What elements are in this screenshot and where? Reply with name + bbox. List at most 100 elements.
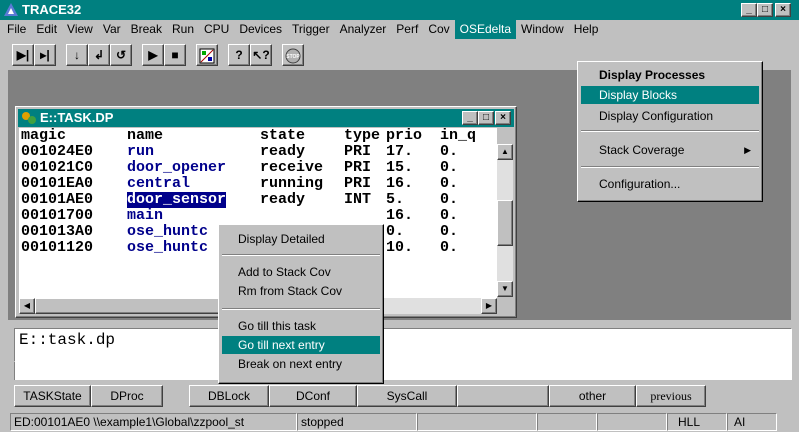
softkey-taskstate[interactable]: TASKState xyxy=(14,385,91,407)
table-row[interactable]: 00101AE0 door_sensor ready INT 5. 0. xyxy=(19,192,497,208)
softkey-dproc[interactable]: DProc xyxy=(91,385,163,407)
softkey-bar: TASKState DProc DBLock DConf SysCall other pre… xyxy=(14,385,792,409)
cell-inq: 0. xyxy=(440,175,459,192)
col-magic-header: magic xyxy=(21,128,67,144)
command-line[interactable]: E::task.dp xyxy=(14,328,792,362)
task-context-menu: Display Detailed Add to Stack Cov Rm fro… xyxy=(218,224,384,384)
maximize-button[interactable]: □ xyxy=(757,3,773,17)
app-title-bar[interactable]: TRACE32 _ □ × xyxy=(0,0,799,20)
mosaic-icon[interactable] xyxy=(196,44,218,66)
command-line-lower xyxy=(14,362,792,380)
cell-state: running xyxy=(260,175,324,192)
col-state-header: state xyxy=(260,128,306,144)
task-table-header: magic name state type prio in_q xyxy=(19,128,497,144)
cell-state: ready xyxy=(260,143,306,160)
menu-bar: File Edit View Var Break Run CPU Devices Trigger… xyxy=(0,20,799,40)
undo-step-icon[interactable]: ↺ xyxy=(110,44,132,66)
softkey-other[interactable]: other xyxy=(549,385,636,407)
menu-item-go-till-this-task[interactable]: Go till this task xyxy=(222,317,380,335)
softkey-dconf[interactable]: DConf xyxy=(269,385,357,407)
table-row[interactable]: 001024E0 run ready PRI 17. 0. xyxy=(19,144,497,160)
scroll-left-icon[interactable]: ◀ xyxy=(19,298,35,314)
cell-prio: 5. xyxy=(386,191,405,208)
task-maximize-button[interactable]: □ xyxy=(478,111,494,125)
cell-magic: 001021C0 xyxy=(21,159,94,176)
cell-name: door_sensor xyxy=(127,191,227,208)
cell-magic: 00101AE0 xyxy=(21,191,94,208)
svg-text:STOP: STOP xyxy=(286,54,300,60)
menu-separator xyxy=(581,166,759,168)
cell-name: ose_huntc xyxy=(127,223,209,240)
stop-icon[interactable]: STOP xyxy=(282,44,304,66)
task-window-title-bar[interactable]: E::TASK.DP _ □ × xyxy=(18,109,514,127)
menu-edit[interactable]: Edit xyxy=(31,20,62,39)
step-over-icon[interactable]: ▸| xyxy=(34,44,56,66)
step-into-icon[interactable]: ▶| xyxy=(12,44,34,66)
task-minimize-button[interactable]: _ xyxy=(462,111,478,125)
return-icon[interactable]: ↲ xyxy=(88,44,110,66)
submenu-arrow-icon: ▶ xyxy=(744,145,751,155)
menu-cov[interactable]: Cov xyxy=(423,20,454,39)
close-button[interactable]: × xyxy=(775,3,791,17)
task-close-button[interactable]: × xyxy=(495,111,511,125)
softkey-syscall[interactable]: SysCall xyxy=(357,385,457,407)
col-inq-header: in_q xyxy=(440,128,477,144)
menu-item-display-processes[interactable]: Display Processes xyxy=(581,66,759,84)
menu-item-add-stack-cov[interactable]: Add to Stack Cov xyxy=(222,263,380,281)
menu-separator xyxy=(222,308,380,310)
scroll-right-icon[interactable]: ▶ xyxy=(481,298,497,314)
menu-help[interactable]: Help xyxy=(569,20,604,39)
scroll-up-icon[interactable]: ▲ xyxy=(497,144,513,160)
status-bar: ED:00101AE0 \\example1\Global\zzpool_st … xyxy=(10,413,799,432)
go-icon[interactable]: ▶ xyxy=(142,44,164,66)
table-row[interactable]: 00101700 main 16. 0. xyxy=(19,208,497,224)
cell-state: ready xyxy=(260,191,306,208)
step-down-icon[interactable]: ↓ xyxy=(66,44,88,66)
command-line-text[interactable]: E::task.dp xyxy=(19,331,115,349)
cell-magic: 00101EA0 xyxy=(21,175,94,192)
cell-type: PRI xyxy=(344,159,372,176)
table-row[interactable]: 00101EA0 central running PRI 16. 0. xyxy=(19,176,497,192)
help-icon[interactable]: ? xyxy=(228,44,250,66)
softkey-dblock[interactable]: DBLock xyxy=(189,385,269,407)
menu-run[interactable]: Run xyxy=(167,20,199,39)
toolbar: ▶| ▸| ↓ ↲ ↺ ▶ ■ ? ↖? STOP xyxy=(12,44,532,68)
menu-analyzer[interactable]: Analyzer xyxy=(335,20,392,39)
table-row[interactable]: 001021C0 door_opener receive PRI 15. 0. xyxy=(19,160,497,176)
menu-cpu[interactable]: CPU xyxy=(199,20,234,39)
menu-item-display-blocks[interactable]: Display Blocks xyxy=(581,86,759,104)
menu-item-display-configuration[interactable]: Display Configuration xyxy=(581,107,759,125)
menu-item-display-detailed[interactable]: Display Detailed xyxy=(222,230,380,248)
menu-break[interactable]: Break xyxy=(126,20,167,39)
menu-view[interactable]: View xyxy=(62,20,98,39)
menu-item-go-till-next-entry[interactable]: Go till next entry xyxy=(222,336,380,354)
cell-magic: 001013A0 xyxy=(21,223,94,240)
cell-name: main xyxy=(127,207,164,224)
cell-name: ose_huntc xyxy=(127,239,209,256)
cell-inq: 0. xyxy=(440,239,459,256)
scroll-thumb[interactable] xyxy=(497,200,513,246)
menu-devices[interactable]: Devices xyxy=(234,20,287,39)
menu-file[interactable]: File xyxy=(2,20,31,39)
menu-trigger[interactable]: Trigger xyxy=(287,20,335,39)
softkey-empty[interactable] xyxy=(457,385,549,407)
menu-perf[interactable]: Perf xyxy=(391,20,423,39)
task-window-icon xyxy=(21,111,37,128)
menu-var[interactable]: Var xyxy=(98,20,126,39)
task-window-title: E::TASK.DP xyxy=(40,110,114,125)
menu-item-configuration[interactable]: Configuration... xyxy=(581,175,759,193)
minimize-button[interactable]: _ xyxy=(741,3,757,17)
task-vscrollbar[interactable]: ▲ ▼ xyxy=(497,144,513,297)
context-help-icon[interactable]: ↖? xyxy=(250,44,272,66)
menu-item-stack-coverage[interactable]: Stack Coverage ▶ xyxy=(581,141,759,159)
break-stop-icon[interactable]: ■ xyxy=(164,44,186,66)
cell-inq: 0. xyxy=(440,159,459,176)
menu-item-rm-stack-cov[interactable]: Rm from Stack Cov xyxy=(222,282,380,300)
cell-prio: 16. xyxy=(386,175,414,192)
menu-window[interactable]: Window xyxy=(516,20,569,39)
scroll-down-icon[interactable]: ▼ xyxy=(497,281,513,297)
col-prio-header: prio xyxy=(386,128,423,144)
menu-item-break-on-next-entry[interactable]: Break on next entry xyxy=(222,355,380,373)
menu-osedelta[interactable]: OSEdelta xyxy=(454,20,517,39)
softkey-previous[interactable]: previous xyxy=(636,385,706,407)
